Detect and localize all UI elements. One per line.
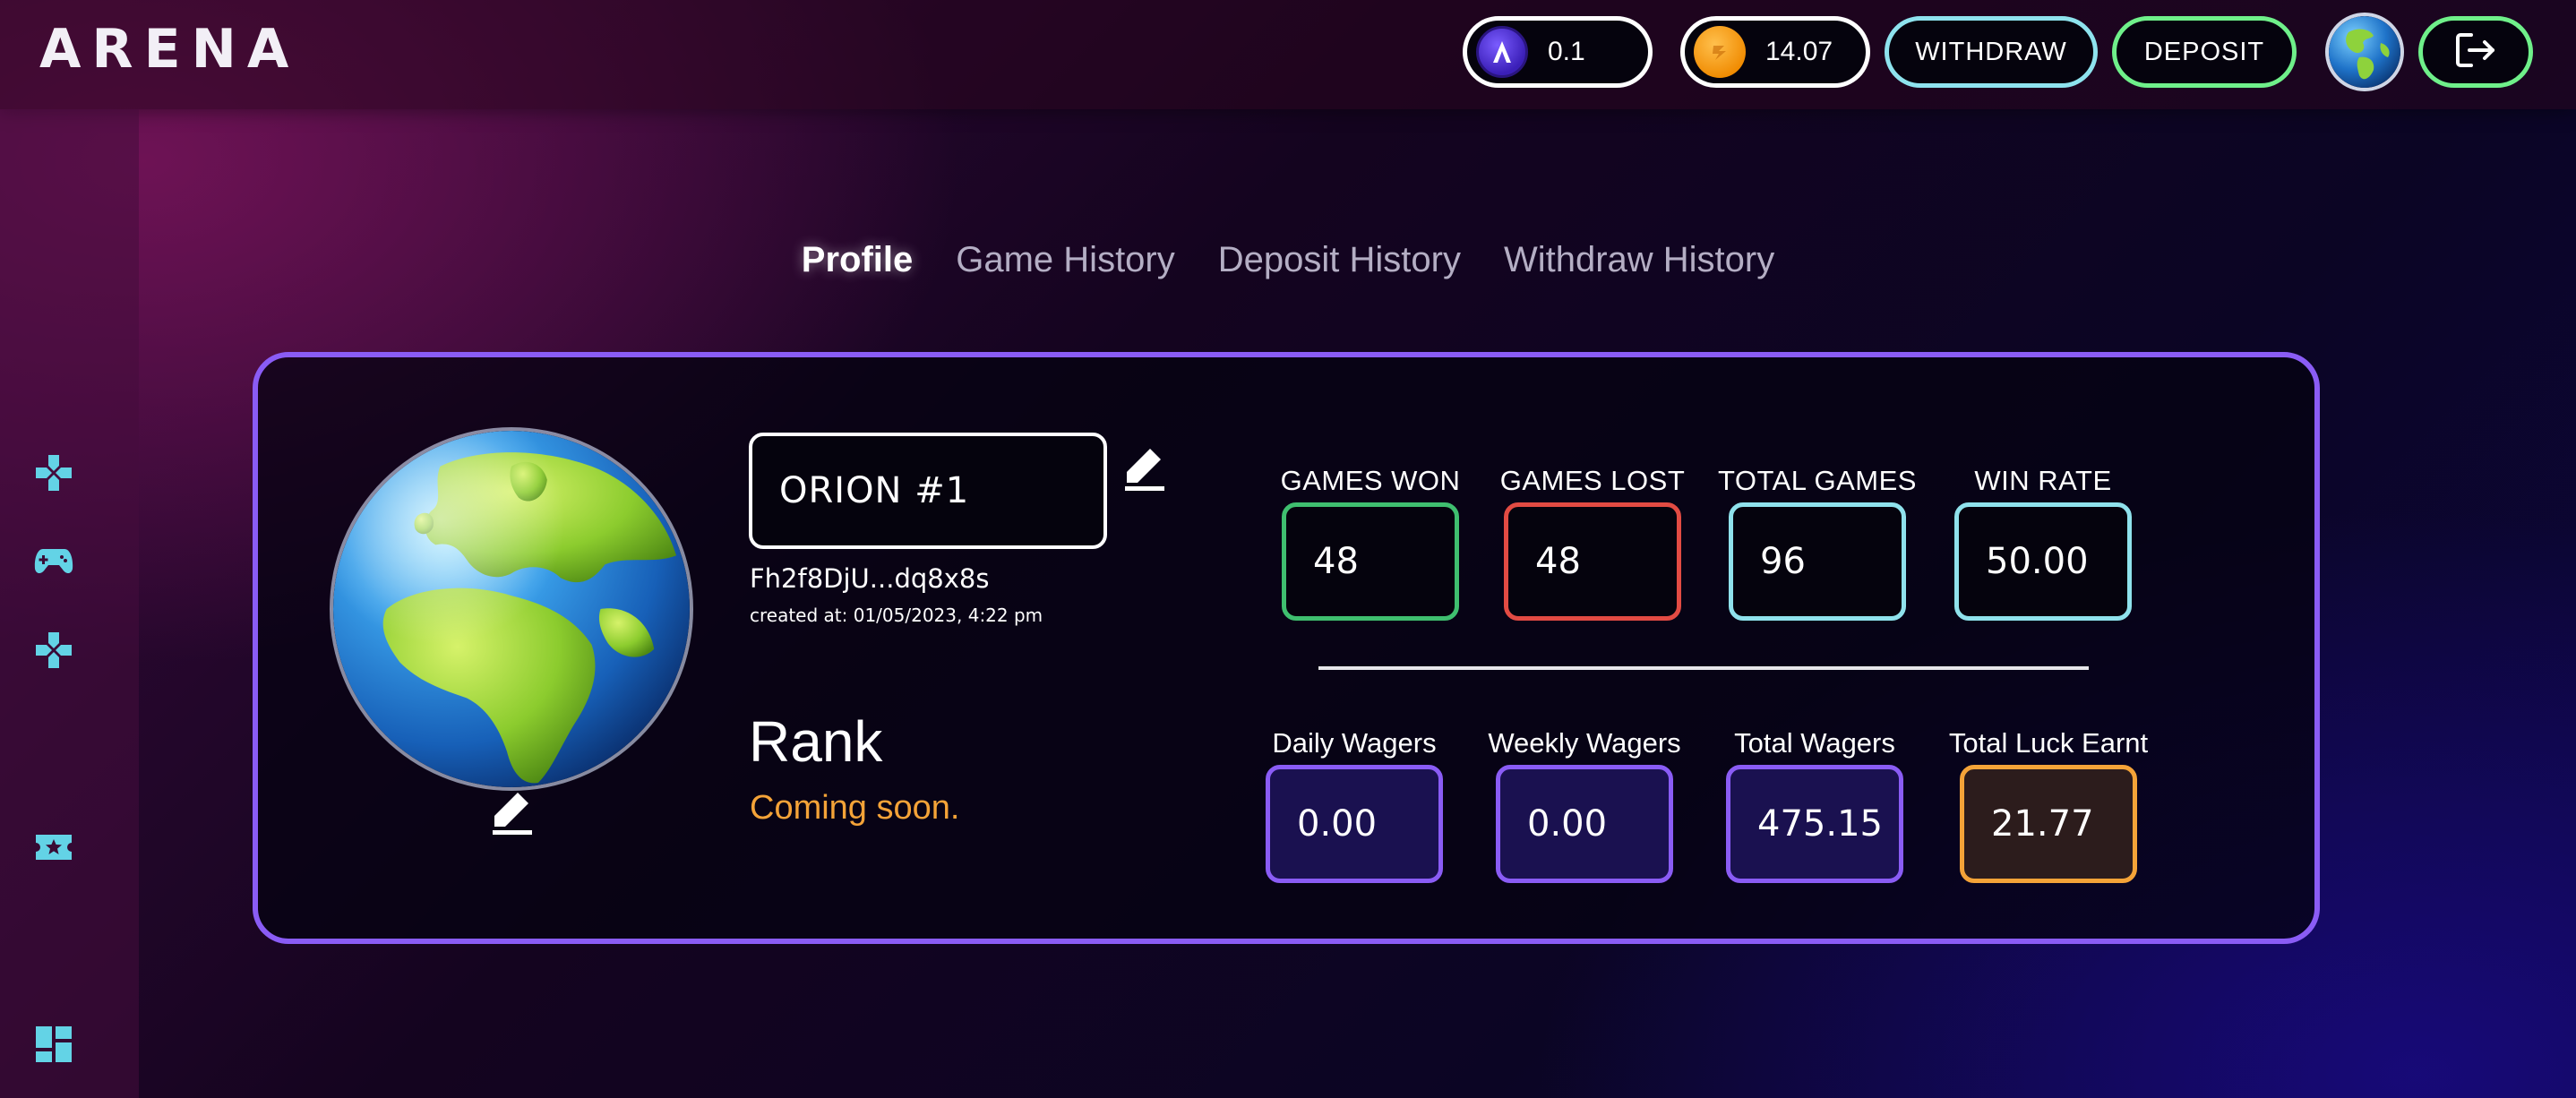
- arena-logo[interactable]: ARENA: [39, 18, 299, 81]
- top-bar: ARENA 0.1 14.07 WITHDRAW DEPOSIT: [0, 0, 2576, 109]
- profile-avatar-globe: [333, 431, 690, 787]
- profile-card: ORION #1 Fh2f8DjU...dq8x8s created at: 0…: [253, 352, 2320, 944]
- stats-divider: [1318, 666, 2089, 670]
- sol-balance-pill[interactable]: 14.07: [1680, 16, 1870, 88]
- withdraw-button[interactable]: WITHDRAW: [1885, 16, 2098, 88]
- tab-withdraw-history[interactable]: Withdraw History: [1504, 240, 1774, 280]
- games-won-label: GAMES WON: [1280, 465, 1461, 496]
- rank-status: Coming soon.: [750, 789, 960, 827]
- gamepad-icon[interactable]: [32, 539, 75, 582]
- total-wagers-value: 475.15: [1726, 765, 1903, 883]
- ticket-star-icon[interactable]: [32, 826, 75, 869]
- win-rate-label: WIN RATE: [1974, 465, 2112, 496]
- deposit-button[interactable]: DEPOSIT: [2112, 16, 2297, 88]
- win-rate-value: 50.00: [1954, 502, 2132, 621]
- dpad-icon[interactable]: [32, 451, 75, 494]
- weekly-wagers-value: 0.00: [1496, 765, 1673, 883]
- games-won-value: 48: [1282, 502, 1459, 621]
- dashboard-icon[interactable]: [32, 1023, 75, 1066]
- tab-profile[interactable]: Profile: [802, 240, 913, 280]
- luck-token-icon: [1476, 26, 1528, 78]
- created-at: created at: 01/05/2023, 4:22 pm: [750, 605, 1043, 626]
- daily-wagers-label: Daily Wagers: [1272, 727, 1437, 759]
- total-luck-value: 21.77: [1960, 765, 2137, 883]
- profile-tabs: Profile Game History Deposit History Wit…: [0, 240, 2576, 280]
- daily-wagers-value: 0.00: [1266, 765, 1443, 883]
- total-games-label: TOTAL GAMES: [1718, 465, 1917, 496]
- sol-balance-value: 14.07: [1765, 37, 1833, 66]
- games-lost-value: 48: [1504, 502, 1681, 621]
- rank-title: Rank: [749, 709, 883, 774]
- total-wagers-label: Total Wagers: [1734, 727, 1895, 759]
- weekly-wagers-label: Weekly Wagers: [1488, 727, 1681, 759]
- tab-game-history[interactable]: Game History: [956, 240, 1175, 280]
- wallet-address: Fh2f8DjU...dq8x8s: [750, 563, 990, 594]
- edit-avatar-icon[interactable]: [493, 791, 534, 836]
- sol-coin-icon: [1694, 26, 1746, 78]
- edit-username-icon[interactable]: [1125, 447, 1166, 492]
- logout-button[interactable]: [2418, 16, 2533, 88]
- avatar[interactable]: [2325, 13, 2404, 91]
- total-luck-label: Total Luck Earnt: [1948, 727, 2149, 759]
- luck-balance-pill[interactable]: 0.1: [1463, 16, 1653, 88]
- games-lost-label: GAMES LOST: [1499, 465, 1686, 496]
- username-field[interactable]: ORION #1: [749, 433, 1107, 549]
- logout-icon: [2455, 31, 2496, 73]
- luck-balance-value: 0.1: [1548, 37, 1585, 66]
- total-games-value: 96: [1729, 502, 1906, 621]
- dpad-icon[interactable]: [32, 629, 75, 672]
- tab-deposit-history[interactable]: Deposit History: [1218, 240, 1461, 280]
